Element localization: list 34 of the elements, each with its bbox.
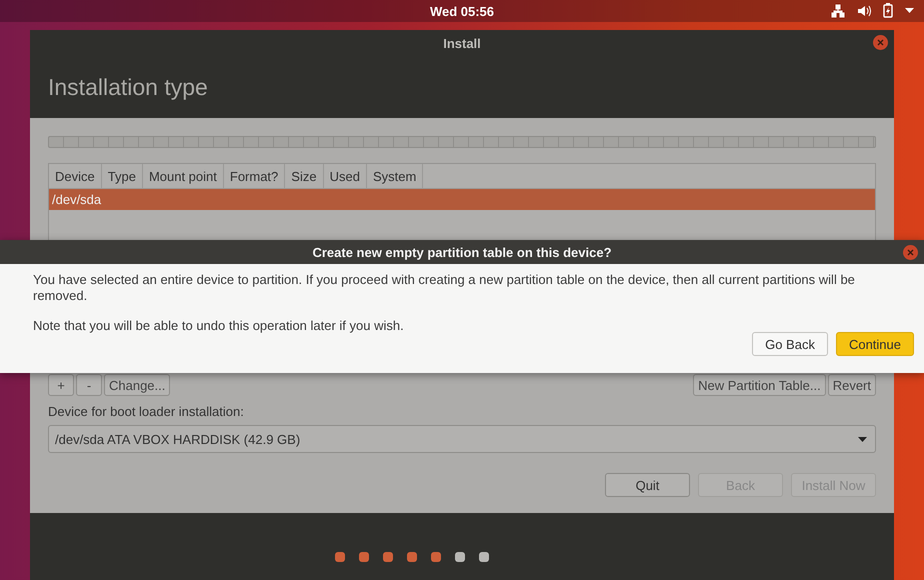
- column-header[interactable]: Type: [102, 164, 143, 188]
- column-header[interactable]: Size: [285, 164, 324, 188]
- boot-loader-label: Device for boot loader installation:: [48, 404, 245, 419]
- column-header[interactable]: Format?: [224, 164, 286, 188]
- table-cell: /dev/sda: [52, 192, 102, 207]
- close-button[interactable]: [873, 35, 888, 50]
- network-icon[interactable]: [831, 4, 845, 18]
- close-icon: [907, 249, 914, 256]
- partition-button[interactable]: Change...: [104, 374, 170, 396]
- action-button[interactable]: Quit: [605, 473, 690, 497]
- partition-button[interactable]: -: [76, 374, 102, 396]
- partition-button[interactable]: +: [48, 374, 74, 396]
- dialog-title: Create new empty partition table on this device?: [312, 244, 612, 260]
- boot-loader-dropdown[interactable]: /dev/sda ATA VBOX HARDDISK (42.9 GB): [48, 425, 876, 453]
- column-header[interactable]: Mount point: [142, 164, 224, 188]
- dialog-button[interactable]: Go Back: [752, 332, 828, 356]
- close-icon: [877, 39, 884, 46]
- partition-button[interactable]: Revert: [828, 374, 876, 396]
- table-row[interactable]: /dev/sda: [49, 189, 875, 210]
- column-header[interactable]: Used: [324, 164, 367, 188]
- window-title: Install: [443, 36, 481, 51]
- caret-icon[interactable]: [905, 8, 914, 13]
- dialog-message: You have selected an entire device to partition. If you proceed with creating a new partition table on the device, then all current partitions will be removed.: [33, 272, 856, 304]
- column-header[interactable]: Device: [49, 164, 102, 188]
- page-heading: Installation type: [48, 74, 208, 101]
- column-header[interactable]: System: [366, 164, 424, 188]
- close-button[interactable]: [903, 245, 918, 260]
- partition-button[interactable]: New Partition Table...: [693, 374, 826, 396]
- battery-icon[interactable]: [883, 3, 893, 18]
- clock[interactable]: Wed 05:56: [430, 4, 494, 18]
- dialog-message: Note that you will be able to undo this operation later if you wish.: [33, 318, 405, 334]
- dropdown-arrow-icon: [858, 436, 867, 442]
- volume-icon[interactable]: [857, 4, 871, 16]
- dialog-button[interactable]: Continue: [836, 332, 914, 356]
